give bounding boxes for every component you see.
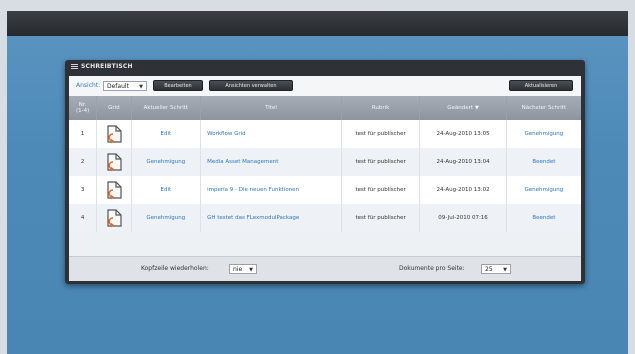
next-step-link[interactable]: Beendet (506, 148, 581, 176)
rubric-cell: test für publischer (341, 120, 421, 148)
title-link[interactable]: Media Asset Management (200, 148, 342, 176)
current-step-link[interactable]: Genehmigung (131, 148, 202, 176)
changed-cell: 09-Jul-2010 07:16 (419, 204, 507, 232)
row-nr: 3 (69, 176, 98, 204)
col-nr[interactable]: Nr. (1-4) (69, 96, 98, 120)
changed-cell: 24-Aug-2010 13:04 (419, 148, 507, 176)
changed-cell: 24-Aug-2010 13:05 (419, 120, 507, 148)
top-bar (7, 11, 628, 36)
manage-views-button[interactable]: Ansichten verwalten (209, 80, 293, 91)
app-frame: SCHREIBTISCH Ansicht: Default ▼ Bearbeit… (7, 11, 628, 354)
next-step-link[interactable]: Genehmigung (506, 176, 581, 204)
per-page-select[interactable]: 25 ▼ (481, 264, 511, 274)
repeat-header-select[interactable]: nie ▼ (229, 264, 257, 274)
col-nr-range: (1-4) (75, 108, 90, 114)
table-header-row: Nr. (1-4) Grid Aktueller Schritt Titel R… (69, 96, 581, 120)
rubric-cell: test für publischer (341, 204, 421, 232)
chevron-down-icon: ▼ (139, 84, 143, 90)
col-changed-label: Geändert (447, 105, 474, 111)
row-nr: 1 (69, 120, 98, 148)
col-current-step[interactable]: Aktueller Schritt (131, 96, 202, 120)
rubric-cell: test für publischer (341, 148, 421, 176)
grid-cell (96, 204, 132, 232)
repeat-header-value: nie (233, 266, 243, 273)
changed-cell: 24-Aug-2010 13:02 (419, 176, 507, 204)
document-icon[interactable] (104, 124, 124, 144)
menu-icon[interactable] (71, 64, 78, 70)
chevron-down-icon: ▼ (249, 267, 253, 273)
col-grid[interactable]: Grid (96, 96, 132, 120)
row-nr: 4 (69, 204, 98, 232)
view-label: Ansicht: (76, 82, 101, 89)
next-step-link[interactable]: Beendet (506, 204, 581, 232)
current-step-link[interactable]: Edit (131, 120, 202, 148)
grid-cell (96, 148, 132, 176)
current-step-link[interactable]: Genehmigung (131, 204, 202, 232)
col-rubric[interactable]: Rubrik (341, 96, 421, 120)
next-step-link[interactable]: Genehmigung (506, 120, 581, 148)
panel-body: Ansicht: Default ▼ Bearbeiten Ansichten … (69, 76, 581, 281)
title-link[interactable]: GH testet das FLexmodulPackage (200, 204, 342, 232)
view-select[interactable]: Default ▼ (103, 81, 147, 91)
workflow-table: Nr. (1-4) Grid Aktueller Schritt Titel R… (69, 96, 581, 232)
desk-panel: SCHREIBTISCH Ansicht: Default ▼ Bearbeit… (65, 60, 585, 284)
view-select-value: Default (107, 83, 129, 90)
panel-title: SCHREIBTISCH (81, 63, 133, 70)
row-nr: 2 (69, 148, 98, 176)
table-row[interactable]: 1 Edit Workflow Grid test für publischer (69, 120, 581, 148)
document-icon[interactable] (104, 208, 124, 228)
document-icon[interactable] (104, 152, 124, 172)
chevron-down-icon: ▼ (503, 267, 507, 273)
title-link[interactable]: Workflow Grid (200, 120, 342, 148)
toolbar: Ansicht: Default ▼ Bearbeiten Ansichten … (69, 76, 581, 96)
per-page-label: Dokumente pro Seite: (399, 265, 465, 272)
table-row[interactable]: 4 Genehmigung GH testet das FLexmodulPac… (69, 204, 581, 232)
title-link[interactable]: imperia 9 - Die neuen Funktionen (200, 176, 342, 204)
edit-button[interactable]: Bearbeiten (153, 80, 203, 91)
col-next-step[interactable]: Nächster Schritt (506, 96, 581, 120)
grid-cell (96, 176, 132, 204)
table-footer: Kopfzeile wiederholen: nie ▼ Dokumente p… (69, 256, 581, 281)
per-page-value: 25 (485, 266, 493, 273)
panel-header: SCHREIBTISCH (65, 60, 585, 74)
grid-cell (96, 120, 132, 148)
col-changed[interactable]: Geändert ▼ (419, 96, 507, 120)
col-title[interactable]: Titel (200, 96, 342, 120)
repeat-header-label: Kopfzeile wiederholen: (141, 265, 209, 272)
refresh-button[interactable]: Aktualisieren (509, 80, 573, 91)
document-icon[interactable] (104, 180, 124, 200)
current-step-link[interactable]: Edit (131, 176, 202, 204)
table-row[interactable]: 3 Edit imperia 9 - Die neuen Funktionen (69, 176, 581, 204)
rubric-cell: test für publischer (341, 176, 421, 204)
sort-desc-icon: ▼ (475, 105, 479, 111)
table-row[interactable]: 2 Genehmigung Media Asset Management tes (69, 148, 581, 176)
